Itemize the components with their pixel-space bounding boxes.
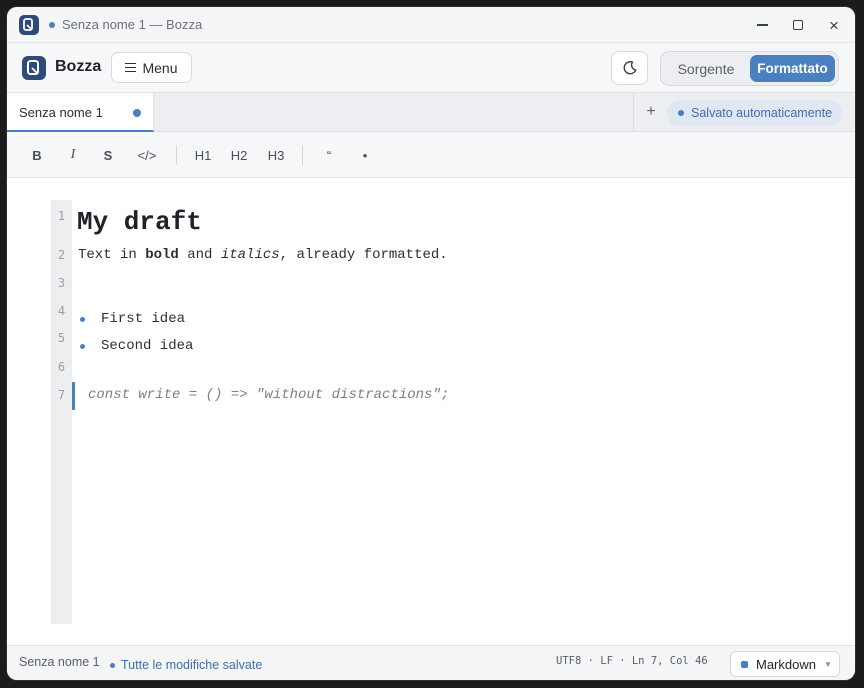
close-icon: × (829, 15, 839, 35)
line-number: 1 (57, 209, 66, 223)
formatted-mode-button[interactable]: Formattato (750, 55, 835, 82)
tab-label: Senza nome 1 (19, 105, 103, 120)
autosave-label: Salvato automaticamente (691, 106, 833, 120)
window-title: Senza nome 1 — Bozza (62, 17, 203, 32)
heading-line: My draft (77, 207, 202, 237)
tab-bar: Senza nome 1 + Salvato automaticamente (7, 93, 855, 132)
line-number: 5 (57, 331, 66, 345)
line-number: 2 (57, 248, 66, 262)
code-block-marker (72, 382, 75, 410)
close-button[interactable]: × (821, 13, 847, 37)
theme-toggle-button[interactable] (611, 51, 648, 85)
line-number: 4 (57, 304, 66, 318)
status-dot-icon (678, 110, 684, 116)
toolbar-divider (302, 145, 303, 165)
divider (633, 93, 634, 132)
save-status: Tutte le modifiche salvate (121, 658, 263, 672)
quote-button[interactable]: “ (317, 142, 341, 168)
app-window: Senza nome 1 — Bozza × Bozza Menu Sorgen… (7, 7, 855, 680)
heading3-button[interactable]: H3 (263, 142, 289, 168)
code-line: const write = () => "without distraction… (88, 387, 450, 403)
cursor-info: UTF8 · LF · Ln 7, Col 46 (556, 655, 708, 667)
language-select[interactable]: Markdown ▼ (730, 651, 840, 677)
status-file-name: Senza nome 1 (19, 655, 100, 669)
list-item: Second idea (101, 338, 194, 354)
line-number: 6 (57, 360, 66, 374)
line-number: 3 (57, 276, 66, 290)
minimize-icon (756, 24, 768, 26)
line-number: 7 (57, 388, 66, 402)
hamburger-icon (125, 62, 137, 73)
maximize-button[interactable] (785, 13, 811, 37)
view-mode-switch: Sorgente Formattato (660, 51, 839, 86)
strikethrough-button[interactable]: S (96, 142, 120, 168)
unsaved-dot-icon (49, 22, 55, 28)
chevron-down-icon: ▼ (824, 660, 832, 669)
unsaved-dot-icon (133, 109, 141, 117)
italic-button[interactable]: I (61, 142, 85, 168)
app-header: Bozza Menu Sorgente Formattato (7, 43, 855, 93)
editor-area[interactable]: 1 2 3 4 5 6 7 My draft Text in bold and … (7, 178, 855, 645)
inline-code-button[interactable]: </> (133, 142, 161, 168)
bold-text: bold (145, 247, 179, 263)
minimize-button[interactable] (749, 13, 775, 37)
maximize-icon (793, 20, 803, 30)
heading1-button[interactable]: H1 (190, 142, 216, 168)
heading2-button[interactable]: H2 (226, 142, 252, 168)
status-bar: Senza nome 1 Tutte le modifiche salvate … (7, 645, 855, 680)
list-item: First idea (101, 311, 186, 327)
language-label: Markdown (756, 657, 816, 672)
paragraph-line: Text in bold and italics, already format… (78, 247, 448, 263)
toolbar-divider (176, 145, 177, 165)
autosave-badge: Salvato automaticamente (667, 100, 842, 126)
bullet-list-button[interactable]: • (353, 142, 377, 168)
app-name: Bozza (55, 58, 102, 75)
title-bar: Senza nome 1 — Bozza × (7, 7, 855, 43)
language-color-icon (741, 661, 748, 668)
italic-text: italics (220, 247, 280, 263)
source-mode-button[interactable]: Sorgente (665, 55, 747, 82)
menu-button[interactable]: Menu (111, 52, 192, 83)
bullet-icon (80, 317, 85, 322)
app-logo-icon (22, 56, 46, 80)
tab-senza-nome-1[interactable]: Senza nome 1 (7, 93, 154, 132)
bullet-icon (80, 344, 85, 349)
app-logo-small-icon (19, 15, 39, 35)
bold-button[interactable]: B (25, 142, 49, 168)
line-number-gutter (51, 200, 72, 624)
saved-dot-icon (110, 663, 115, 668)
new-tab-button[interactable]: + (641, 102, 661, 122)
moon-icon (623, 61, 636, 75)
menu-label: Menu (142, 59, 178, 76)
format-toolbar: B I S </> H1 H2 H3 “ • (7, 132, 855, 178)
